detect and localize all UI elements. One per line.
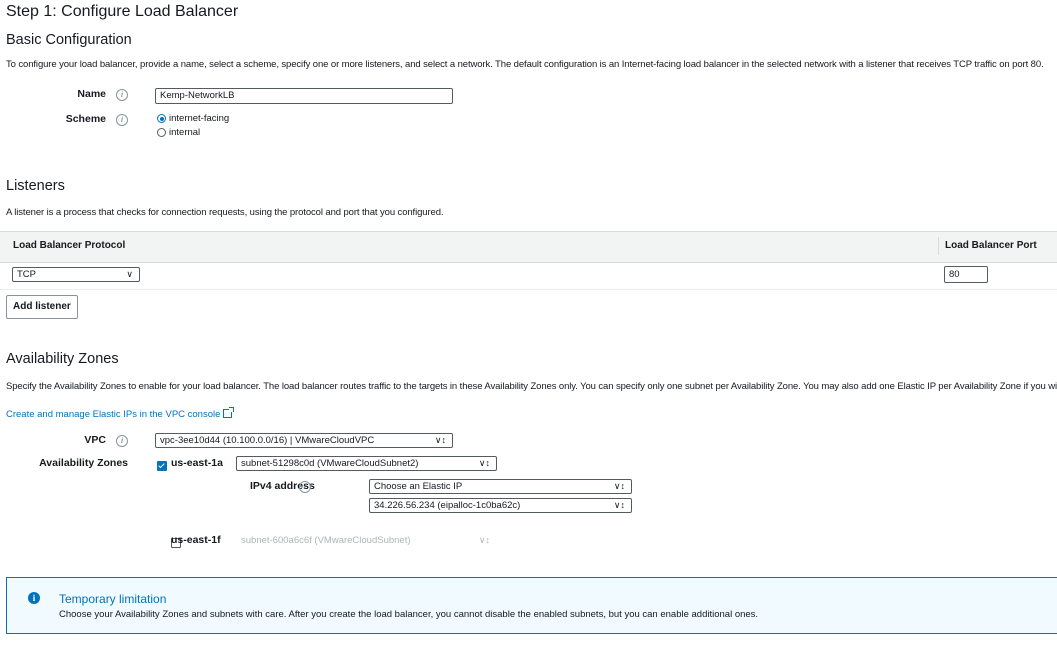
name-info-icon[interactable]: i bbox=[116, 89, 128, 101]
zone-checkbox-us-east-1a[interactable] bbox=[157, 461, 167, 471]
basic-config-heading: Basic Configuration bbox=[6, 32, 132, 48]
elastic-ip-value: 34.226.56.234 (eipalloc-1c0ba62c) bbox=[374, 500, 521, 511]
external-link-icon bbox=[223, 407, 235, 418]
subnet-select-value: subnet-600a6c6f (VMwareCloudSubnet) bbox=[241, 535, 411, 546]
radio-internal[interactable] bbox=[157, 128, 166, 137]
subnet-select-value: subnet-51298c0d (VMwareCloudSubnet2) bbox=[241, 458, 419, 469]
temporary-limitation-alert: i Temporary limitation Choose your Avail… bbox=[6, 577, 1057, 634]
listeners-table-header bbox=[0, 231, 1057, 263]
chevron-updown-icon: ∨↕ bbox=[613, 500, 625, 510]
chevron-updown-icon: ∨↕ bbox=[434, 435, 446, 445]
elastic-ip-select[interactable]: Choose an Elastic IP ∨↕ bbox=[369, 479, 632, 494]
basic-config-description: To configure your load balancer, provide… bbox=[6, 59, 1044, 70]
scheme-option-label: internal bbox=[169, 127, 201, 138]
elastic-ip-link[interactable]: Create and manage Elastic IPs in the VPC… bbox=[6, 404, 235, 422]
column-header-protocol: Load Balancer Protocol bbox=[13, 240, 126, 251]
chevron-down-icon: ∨ bbox=[126, 269, 133, 279]
zone-name-us-east-1a: us-east-1a bbox=[171, 457, 223, 469]
alert-title: Temporary limitation bbox=[59, 592, 167, 606]
vpc-info-icon[interactable]: i bbox=[116, 435, 128, 447]
chevron-updown-icon: ∨↕ bbox=[478, 535, 490, 545]
availability-zones-label: Availability Zones bbox=[39, 457, 128, 469]
elastic-ip-link-text[interactable]: Create and manage Elastic IPs in the VPC… bbox=[6, 409, 220, 420]
subnet-select-us-east-1f: subnet-600a6c6f (VMwareCloudSubnet) ∨↕ bbox=[236, 533, 497, 548]
chevron-updown-icon: ∨↕ bbox=[613, 481, 625, 491]
elastic-ip-value-select[interactable]: 34.226.56.234 (eipalloc-1c0ba62c) ∨↕ bbox=[369, 498, 632, 513]
vpc-select-value: vpc-3ee10d44 (10.100.0.0/16) | VMwareClo… bbox=[160, 435, 375, 446]
name-input[interactable]: Kemp-NetworkLB bbox=[155, 88, 453, 104]
protocol-select[interactable]: TCP ∨ bbox=[12, 267, 140, 282]
scheme-option-internal[interactable]: internal bbox=[157, 127, 200, 138]
page-title: Step 1: Configure Load Balancer bbox=[6, 3, 239, 20]
alert-text: Choose your Availability Zones and subne… bbox=[59, 609, 759, 620]
port-input[interactable]: 80 bbox=[944, 266, 988, 283]
scheme-option-internet-facing[interactable]: internet-facing bbox=[157, 113, 229, 124]
info-icon: i bbox=[28, 592, 40, 604]
column-header-port: Load Balancer Port bbox=[945, 240, 1037, 251]
vpc-label: VPC bbox=[84, 434, 106, 446]
subnet-select-us-east-1a[interactable]: subnet-51298c0d (VMwareCloudSubnet2) ∨↕ bbox=[236, 456, 497, 471]
az-heading: Availability Zones bbox=[6, 351, 119, 367]
scheme-info-icon[interactable]: i bbox=[116, 114, 128, 126]
vpc-select[interactable]: vpc-3ee10d44 (10.100.0.0/16) | VMwareClo… bbox=[155, 433, 453, 448]
ipv4-info-icon[interactable]: i bbox=[299, 481, 311, 493]
name-label: Name bbox=[77, 88, 106, 100]
zone-name-us-east-1f: us-east-1f bbox=[171, 534, 221, 546]
scheme-label: Scheme bbox=[65, 113, 106, 125]
protocol-select-value: TCP bbox=[17, 269, 36, 280]
listeners-heading: Listeners bbox=[6, 178, 65, 194]
add-listener-button[interactable]: Add listener bbox=[6, 295, 78, 319]
column-divider bbox=[938, 237, 939, 255]
table-row-divider bbox=[0, 289, 1057, 290]
listeners-description: A listener is a process that checks for … bbox=[6, 207, 444, 218]
chevron-updown-icon: ∨↕ bbox=[478, 458, 490, 468]
elastic-ip-select-value: Choose an Elastic IP bbox=[374, 481, 463, 492]
scheme-option-label: internet-facing bbox=[169, 113, 230, 124]
az-description: Specify the Availability Zones to enable… bbox=[6, 381, 1057, 392]
radio-internet-facing[interactable] bbox=[157, 114, 166, 123]
